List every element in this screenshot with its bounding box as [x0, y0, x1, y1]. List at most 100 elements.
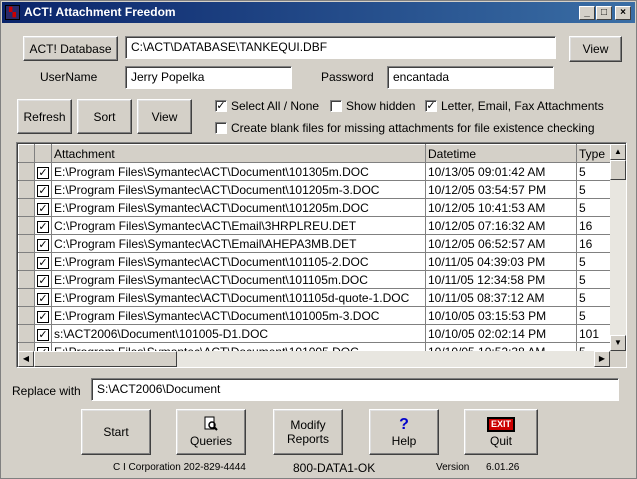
row-selector[interactable]: [18, 324, 35, 343]
datetime-cell[interactable]: 10/12/05 10:41:53 AM: [425, 198, 577, 217]
row-checkbox[interactable]: ✓: [34, 162, 52, 181]
datetime-cell[interactable]: 10/12/05 03:54:57 PM: [425, 180, 577, 199]
minimize-button[interactable]: _: [579, 6, 595, 20]
row-checkbox[interactable]: ✓: [34, 324, 52, 343]
type-cell[interactable]: 5: [576, 198, 611, 217]
row-checkbox[interactable]: ✓: [34, 198, 52, 217]
scroll-right-arrow-icon[interactable]: ▶: [594, 351, 610, 367]
type-cell[interactable]: 5: [576, 306, 611, 325]
grid-header-row: Attachment Datetime Type: [18, 144, 611, 163]
table-row[interactable]: ✓E:\Program Files\Symantec\ACT\Document\…: [18, 270, 611, 289]
row-selector[interactable]: [18, 198, 35, 217]
username-field[interactable]: Jerry Popelka: [125, 66, 292, 89]
type-cell[interactable]: 16: [576, 234, 611, 253]
refresh-button[interactable]: Refresh: [17, 99, 72, 134]
attachment-cell[interactable]: E:\Program Files\Symantec\ACT\Document\1…: [51, 252, 426, 271]
type-cell[interactable]: 5: [576, 288, 611, 307]
quit-button[interactable]: EXIT Quit: [464, 409, 538, 455]
attachment-cell[interactable]: E:\Program Files\Symantec\ACT\Document\1…: [51, 270, 426, 289]
help-button[interactable]: ? Help: [369, 409, 439, 455]
row-checkbox[interactable]: ✓: [34, 306, 52, 325]
row-checkbox[interactable]: ✓: [34, 180, 52, 199]
datetime-cell[interactable]: 10/12/05 07:16:32 AM: [425, 216, 577, 235]
act-database-button[interactable]: ACT! Database: [23, 36, 118, 61]
create-blank-checkbox[interactable]: Create blank files for missing attachmen…: [215, 121, 595, 135]
type-cell[interactable]: 5: [576, 270, 611, 289]
scroll-down-arrow-icon[interactable]: ▼: [610, 335, 626, 351]
show-hidden-checkbox[interactable]: Show hidden: [330, 99, 415, 113]
datetime-cell[interactable]: 10/11/05 08:37:12 AM: [425, 288, 577, 307]
table-row[interactable]: ✓E:\Program Files\Symantec\ACT\Document\…: [18, 252, 611, 271]
datetime-cell[interactable]: 10/10/05 02:02:14 PM: [425, 324, 577, 343]
datetime-cell[interactable]: 10/10/05 03:15:53 PM: [425, 306, 577, 325]
app-icon[interactable]: ▚: [5, 5, 20, 20]
attachment-cell[interactable]: E:\Program Files\Symantec\ACT\Document\1…: [51, 198, 426, 217]
view-database-button[interactable]: View: [569, 36, 622, 62]
row-selector[interactable]: [18, 234, 35, 253]
datetime-cell[interactable]: 10/12/05 06:52:57 AM: [425, 234, 577, 253]
attachment-cell[interactable]: E:\Program Files\Symantec\ACT\Document\1…: [51, 162, 426, 181]
attachment-cell[interactable]: s:\ACT2006\Document\101005-D1.DOC: [51, 324, 426, 343]
attachment-cell[interactable]: E:\Program Files\Symantec\ACT\Document\1…: [51, 288, 426, 307]
vertical-scrollbar[interactable]: ▲ ▼: [610, 144, 626, 351]
maximize-button[interactable]: □: [596, 6, 612, 20]
table-row[interactable]: ✓ C:\Program Files\Symantec\ACT\Email\3HR…: [18, 216, 611, 235]
type-column-header[interactable]: Type: [576, 144, 611, 163]
table-row[interactable]: ✓ C:\Program Files\Symantec\ACT\Email\AHE…: [18, 234, 611, 253]
queries-button[interactable]: Queries: [176, 409, 246, 455]
row-selector[interactable]: [18, 162, 35, 181]
table-row[interactable]: ✓E:\Program Files\Symantec\ACT\Document\…: [18, 198, 611, 217]
type-cell[interactable]: 5: [576, 180, 611, 199]
table-row[interactable]: ✓E:\Program Files\Symantec\ACT\Document\…: [18, 288, 611, 307]
horizontal-scrollbar[interactable]: ◀ ▶: [18, 351, 610, 367]
row-selector[interactable]: [18, 270, 35, 289]
type-cell[interactable]: 5: [576, 252, 611, 271]
datetime-cell[interactable]: 10/13/05 09:01:42 AM: [425, 162, 577, 181]
horizontal-scroll-thumb[interactable]: [34, 351, 177, 367]
attachment-cell[interactable]: E:\Program Files\Symantec\ACT\Document\1…: [51, 306, 426, 325]
row-selector[interactable]: [18, 216, 35, 235]
table-row[interactable]: ✓ s:\ACT2006\Document\101005-D1.DOC 10/10/…: [18, 324, 611, 343]
scroll-left-arrow-icon[interactable]: ◀: [18, 351, 34, 367]
row-selector[interactable]: [18, 252, 35, 271]
table-row[interactable]: ✓E:\Program Files\Symantec\ACT\Document\…: [18, 306, 611, 325]
app-window: ▚ ACT! Attachment Freedom _ □ × ACT! Dat…: [0, 0, 637, 479]
row-selector[interactable]: [18, 288, 35, 307]
table-row[interactable]: ✓E:\Program Files\Symantec\ACT\Document\…: [18, 162, 611, 181]
row-checkbox[interactable]: ✓: [34, 234, 52, 253]
attachment-column-header[interactable]: Attachment: [51, 144, 426, 163]
type-cell[interactable]: 5: [576, 162, 611, 181]
close-button[interactable]: ×: [615, 6, 631, 20]
attachment-cell[interactable]: E:\Program Files\Symantec\ACT\Document\1…: [51, 180, 426, 199]
table-row[interactable]: ✓E:\Program Files\Symantec\ACT\Document\…: [18, 180, 611, 199]
row-selector[interactable]: [18, 180, 35, 199]
datetime-cell[interactable]: 10/11/05 12:34:58 PM: [425, 270, 577, 289]
row-selector[interactable]: [18, 306, 35, 325]
quit-label: Quit: [489, 433, 512, 448]
view-button[interactable]: View: [137, 99, 192, 134]
row-checkbox[interactable]: ✓: [34, 252, 52, 271]
start-button[interactable]: Start: [81, 409, 151, 455]
row-checkbox[interactable]: ✓: [34, 288, 52, 307]
check-icon: ✓: [37, 310, 49, 323]
window-title: ACT! Attachment Freedom: [24, 5, 176, 19]
attachments-grid[interactable]: Attachment Datetime Type ✓ E:\Program Fil…: [16, 142, 627, 368]
type-cell[interactable]: 101: [576, 324, 611, 343]
sort-button[interactable]: Sort: [77, 99, 132, 134]
row-checkbox[interactable]: ✓: [34, 270, 52, 289]
attachments-table: Attachment Datetime Type ✓ E:\Program Fil…: [18, 144, 611, 361]
type-cell[interactable]: 16: [576, 216, 611, 235]
select-all-checkbox[interactable]: ✓ Select All / None: [215, 99, 319, 113]
letter-attachments-checkbox[interactable]: ✓ Letter, Email, Fax Attachments: [425, 99, 604, 113]
attachment-cell[interactable]: C:\Program Files\Symantec\ACT\Email\3HRP…: [51, 216, 426, 235]
database-path-field[interactable]: C:\ACT\DATABASE\TANKEQUI.DBF: [125, 36, 556, 59]
attachment-cell[interactable]: C:\Program Files\Symantec\ACT\Email\AHEP…: [51, 234, 426, 253]
row-checkbox[interactable]: ✓: [34, 216, 52, 235]
modify-reports-button[interactable]: Modify Reports: [273, 409, 343, 455]
datetime-column-header[interactable]: Datetime: [425, 144, 577, 163]
replace-with-field[interactable]: S:\ACT2006\Document: [91, 378, 619, 401]
datetime-cell[interactable]: 10/11/05 04:39:03 PM: [425, 252, 577, 271]
scroll-up-arrow-icon[interactable]: ▲: [610, 144, 626, 160]
password-field[interactable]: encantada: [387, 66, 554, 89]
vertical-scroll-thumb[interactable]: [610, 160, 626, 180]
